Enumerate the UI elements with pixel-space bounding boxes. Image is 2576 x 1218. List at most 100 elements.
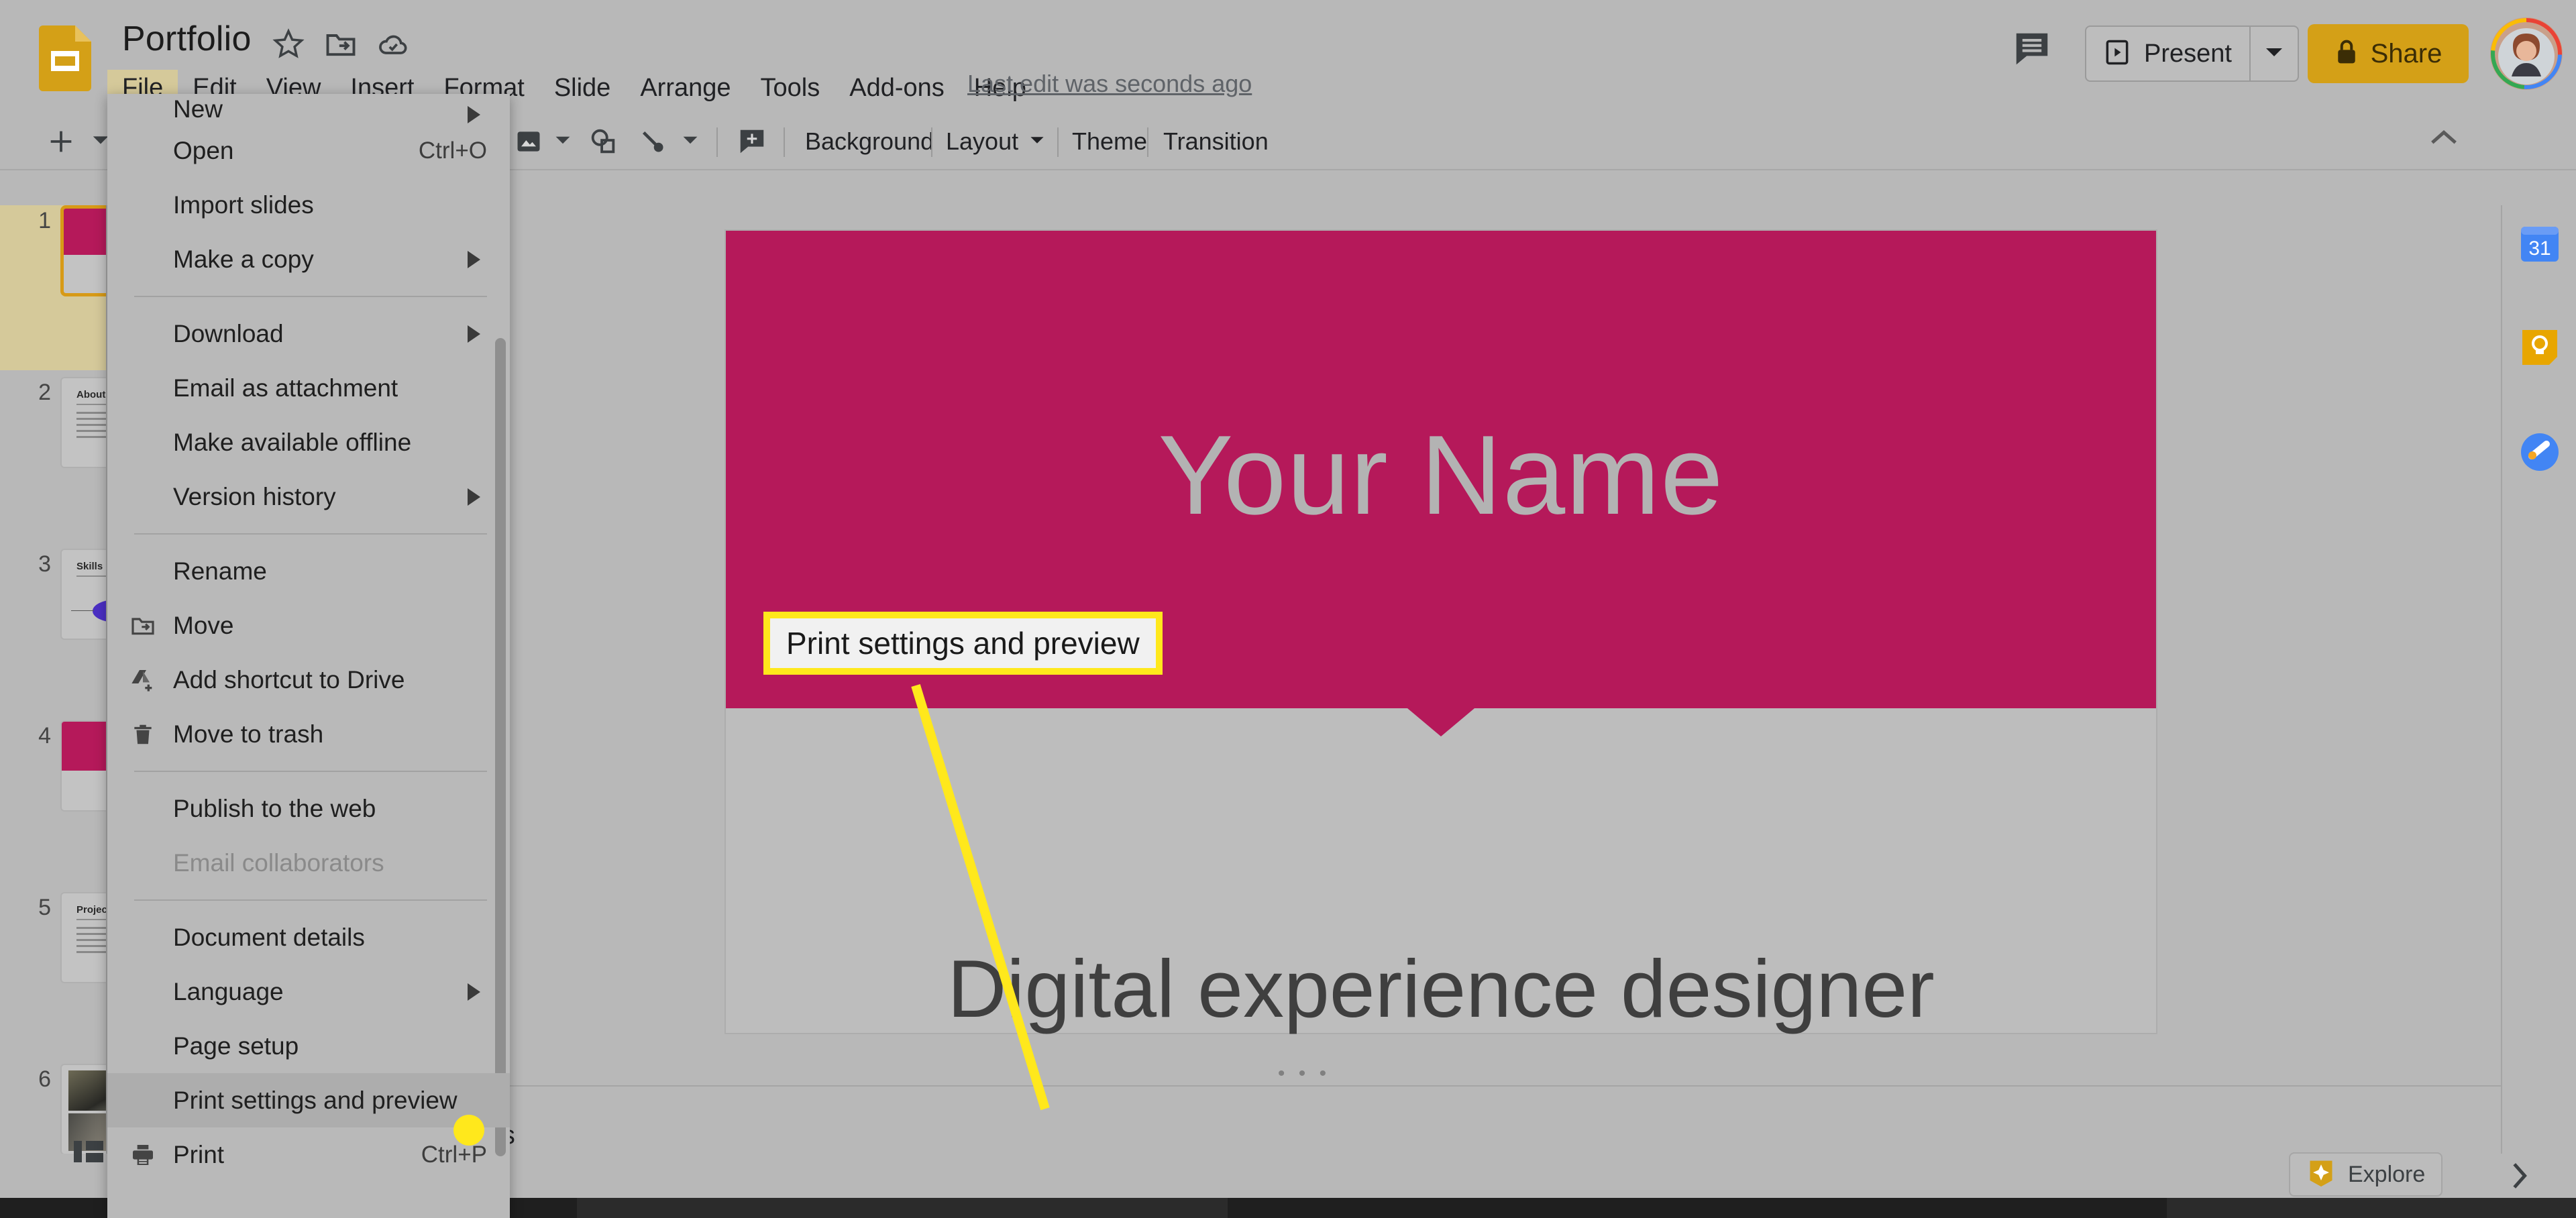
menu-item-label: Move (173, 611, 234, 639)
menu-item-shortcut: Ctrl+P (421, 1141, 487, 1168)
thumb-body-lines (76, 927, 106, 956)
present-dropdown-button[interactable] (2249, 27, 2298, 80)
submenu-arrow-icon (468, 488, 480, 506)
present-screen-icon (2102, 38, 2132, 70)
menu-item-label: Document details (173, 923, 365, 951)
chevron-up-icon (2428, 129, 2459, 150)
file-menu-item-publish-to-the-web[interactable]: Publish to the web (107, 781, 510, 836)
menu-item-label: Make a copy (173, 245, 314, 273)
filmstrip-slide-4[interactable]: 4 (0, 720, 106, 885)
share-button[interactable]: Share (2308, 24, 2469, 83)
menu-arrange[interactable]: Arrange (625, 70, 745, 106)
chevron-down-icon (554, 135, 572, 149)
show-filmstrip-icon[interactable] (72, 1138, 105, 1168)
theme-button[interactable]: Theme (1072, 122, 1147, 161)
file-menu-item-print[interactable]: Print Ctrl+P (107, 1127, 510, 1182)
filmstrip-slide-1[interactable]: 1 (0, 205, 106, 370)
submenu-arrow-icon (468, 983, 480, 1001)
slide-thumbnail[interactable]: Skills (60, 549, 106, 640)
slide-thumbnail[interactable] (60, 720, 106, 812)
thumb-heading: Project (76, 904, 107, 916)
file-menu-item-open[interactable]: Open Ctrl+O (107, 123, 510, 178)
file-menu-item-download[interactable]: Download (107, 307, 510, 361)
explore-button[interactable]: Explore (2289, 1152, 2443, 1197)
file-menu-item-move-to-trash[interactable]: Move to trash (107, 707, 510, 761)
insert-shape-icon[interactable] (588, 122, 619, 161)
google-tasks-icon[interactable] (2518, 431, 2561, 474)
file-menu-item-new[interactable]: New (107, 94, 510, 123)
trash-icon (127, 719, 158, 750)
google-keep-icon[interactable] (2518, 326, 2561, 369)
insert-line-dropdown[interactable] (682, 122, 699, 161)
cloud-saved-icon[interactable] (376, 27, 411, 62)
layout-dropdown[interactable] (1029, 122, 1045, 161)
file-menu-item-version-history[interactable]: Version history (107, 469, 510, 524)
file-menu-item-rename[interactable]: Rename (107, 544, 510, 598)
menu-addons[interactable]: Add-ons (835, 70, 959, 106)
document-title[interactable]: Portfolio (122, 19, 252, 59)
menu-item-label: Move to trash (173, 720, 324, 748)
menu-item-label: Print settings and preview (173, 1086, 458, 1114)
insert-image-icon[interactable] (514, 122, 543, 161)
insert-line-icon[interactable] (637, 122, 668, 161)
slide-thumbnail[interactable]: About (60, 377, 106, 468)
lock-icon (2334, 39, 2359, 69)
slide-thumbnail[interactable] (60, 205, 106, 296)
thumb-rule (76, 575, 106, 577)
file-menu-item-import-slides[interactable]: Import slides (107, 178, 510, 232)
menu-item-label: New (173, 95, 223, 123)
present-button-group: Present (2085, 25, 2299, 82)
file-menu-item-language[interactable]: Language (107, 964, 510, 1019)
collapse-toolbar-button[interactable] (2428, 127, 2459, 151)
filmstrip-slide-5[interactable]: 5 Project (0, 892, 107, 1057)
slides-logo-icon (39, 25, 91, 91)
transition-button[interactable]: Transition (1163, 122, 1269, 161)
filmstrip-slide-2[interactable]: 2 About (0, 377, 106, 542)
filmstrip-slide-3[interactable]: 3 Skills (0, 549, 106, 714)
menu-tools[interactable]: Tools (746, 70, 835, 106)
file-menu-item-document-details[interactable]: Document details (107, 910, 510, 964)
file-menu-item-make-available-offline[interactable]: Make available offline (107, 415, 510, 469)
menu-item-label: Version history (173, 482, 336, 510)
new-slide-button[interactable] (46, 122, 76, 161)
comment-history-icon[interactable] (2011, 28, 2053, 70)
file-menu-item-page-setup[interactable]: Page setup (107, 1019, 510, 1073)
last-edit-status[interactable]: Last edit was seconds ago (967, 70, 1252, 98)
menu-item-label: Email collaborators (173, 848, 384, 877)
chevron-right-icon[interactable] (2506, 1160, 2530, 1195)
move-to-folder-icon[interactable] (323, 27, 358, 62)
file-menu-item-add-shortcut-to-drive[interactable]: Add shortcut to Drive (107, 653, 510, 707)
file-menu-dropdown[interactable]: New Open Ctrl+O Import slides Make a copy Dow… (107, 94, 510, 1218)
present-button[interactable]: Present (2086, 27, 2249, 80)
file-menu-item-print-settings-and-preview[interactable]: Print settings and preview (107, 1073, 510, 1127)
annotation-target-dot (453, 1115, 484, 1146)
chevron-down-icon (2264, 46, 2284, 62)
slide-number: 1 (38, 208, 51, 233)
side-apps-rail: 31 (2501, 205, 2576, 1154)
google-calendar-icon[interactable]: 31 (2518, 221, 2561, 264)
explore-sparkle-icon (2306, 1158, 2336, 1191)
slide-subtitle-text[interactable]: Digital experience designer (726, 942, 2156, 1036)
star-icon[interactable] (271, 27, 306, 62)
notes-drag-handle[interactable]: • • • (1278, 1062, 1330, 1085)
file-menu-item-make-a-copy[interactable]: Make a copy (107, 232, 510, 286)
layout-button[interactable]: Layout (946, 122, 1018, 161)
file-menu-item-email-as-attachment[interactable]: Email as attachment (107, 361, 510, 415)
menu-separator (134, 771, 487, 772)
menu-item-label: Email as attachment (173, 374, 398, 402)
slide-banner-notch (1407, 708, 1474, 736)
slide-thumbnail[interactable]: Project (60, 892, 107, 983)
avatar[interactable] (2490, 17, 2563, 90)
slide-filmstrip[interactable]: 1 2 About 3 Skills 4 5 Project 6 (0, 205, 107, 1154)
menu-separator (134, 533, 487, 535)
background-button[interactable]: Background (805, 122, 934, 161)
slide-title-text[interactable]: Your Name (726, 410, 2156, 540)
file-menu-item-move[interactable]: Move (107, 598, 510, 653)
add-comment-icon[interactable] (737, 122, 767, 161)
thumb-heading: About (76, 389, 106, 400)
menu-slide[interactable]: Slide (539, 70, 626, 106)
insert-image-dropdown[interactable] (554, 122, 572, 161)
move-folder-icon (127, 610, 158, 641)
present-label: Present (2144, 39, 2232, 68)
menu-separator (134, 296, 487, 297)
